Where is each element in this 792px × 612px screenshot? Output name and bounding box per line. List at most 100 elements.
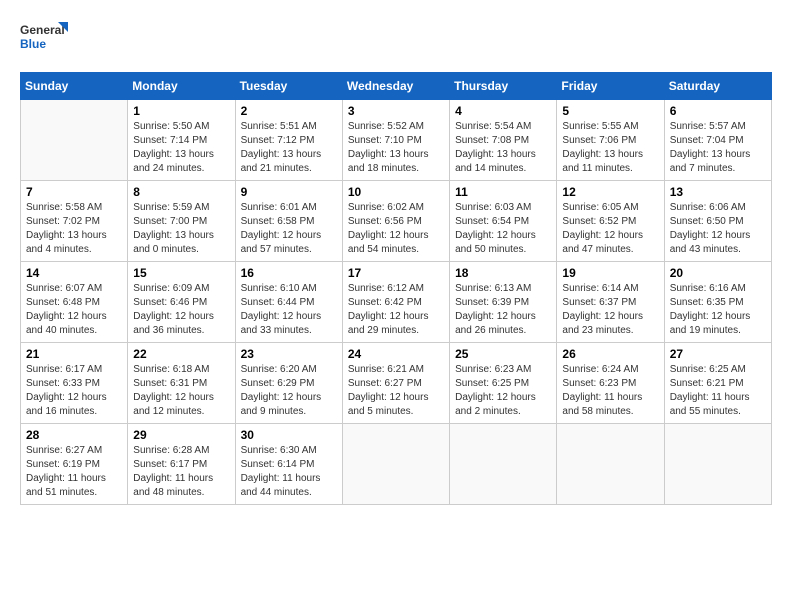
day-info: Sunrise: 6:24 AMSunset: 6:23 PMDaylight:… — [562, 363, 658, 419]
day-number: 29 — [133, 428, 229, 442]
day-number: 21 — [26, 347, 122, 361]
day-info: Sunrise: 6:21 AMSunset: 6:27 PMDaylight:… — [348, 363, 444, 419]
weekday-header-tuesday: Tuesday — [235, 73, 342, 100]
day-number: 2 — [241, 104, 337, 118]
calendar-cell — [664, 424, 771, 505]
day-info: Sunrise: 6:01 AMSunset: 6:58 PMDaylight:… — [241, 201, 337, 257]
day-info: Sunrise: 6:28 AMSunset: 6:17 PMDaylight:… — [133, 444, 229, 500]
calendar-table: SundayMondayTuesdayWednesdayThursdayFrid… — [20, 72, 772, 505]
day-info: Sunrise: 6:23 AMSunset: 6:25 PMDaylight:… — [455, 363, 551, 419]
day-number: 4 — [455, 104, 551, 118]
calendar-cell: 10 Sunrise: 6:02 AMSunset: 6:56 PMDayligh… — [342, 181, 449, 262]
calendar-cell: 3 Sunrise: 5:52 AMSunset: 7:10 PMDaylight… — [342, 100, 449, 181]
day-info: Sunrise: 6:16 AMSunset: 6:35 PMDaylight:… — [670, 282, 766, 338]
calendar-cell: 6 Sunrise: 5:57 AMSunset: 7:04 PMDaylight… — [664, 100, 771, 181]
calendar-cell: 9 Sunrise: 6:01 AMSunset: 6:58 PMDaylight… — [235, 181, 342, 262]
day-number: 7 — [26, 185, 122, 199]
day-info: Sunrise: 6:02 AMSunset: 6:56 PMDaylight:… — [348, 201, 444, 257]
day-number: 9 — [241, 185, 337, 199]
calendar-row-2: 14 Sunrise: 6:07 AMSunset: 6:48 PMDayligh… — [21, 262, 772, 343]
day-info: Sunrise: 5:58 AMSunset: 7:02 PMDaylight:… — [26, 201, 122, 257]
calendar-cell: 27 Sunrise: 6:25 AMSunset: 6:21 PMDayligh… — [664, 343, 771, 424]
day-number: 19 — [562, 266, 658, 280]
day-number: 24 — [348, 347, 444, 361]
day-info: Sunrise: 6:30 AMSunset: 6:14 PMDaylight:… — [241, 444, 337, 500]
day-number: 15 — [133, 266, 229, 280]
day-info: Sunrise: 6:06 AMSunset: 6:50 PMDaylight:… — [670, 201, 766, 257]
day-info: Sunrise: 6:05 AMSunset: 6:52 PMDaylight:… — [562, 201, 658, 257]
page-header: GeneralBlue — [20, 20, 772, 56]
calendar-cell: 29 Sunrise: 6:28 AMSunset: 6:17 PMDayligh… — [128, 424, 235, 505]
svg-text:General: General — [20, 23, 65, 37]
weekday-header-monday: Monday — [128, 73, 235, 100]
day-info: Sunrise: 6:18 AMSunset: 6:31 PMDaylight:… — [133, 363, 229, 419]
day-info: Sunrise: 6:10 AMSunset: 6:44 PMDaylight:… — [241, 282, 337, 338]
day-info: Sunrise: 6:07 AMSunset: 6:48 PMDaylight:… — [26, 282, 122, 338]
calendar-cell: 24 Sunrise: 6:21 AMSunset: 6:27 PMDayligh… — [342, 343, 449, 424]
day-number: 3 — [348, 104, 444, 118]
day-info: Sunrise: 5:57 AMSunset: 7:04 PMDaylight:… — [670, 120, 766, 176]
calendar-row-1: 7 Sunrise: 5:58 AMSunset: 7:02 PMDaylight… — [21, 181, 772, 262]
day-number: 1 — [133, 104, 229, 118]
calendar-cell: 12 Sunrise: 6:05 AMSunset: 6:52 PMDayligh… — [557, 181, 664, 262]
calendar-cell: 18 Sunrise: 6:13 AMSunset: 6:39 PMDayligh… — [450, 262, 557, 343]
logo-svg: GeneralBlue — [20, 20, 70, 56]
day-number: 25 — [455, 347, 551, 361]
day-number: 27 — [670, 347, 766, 361]
day-number: 5 — [562, 104, 658, 118]
day-number: 12 — [562, 185, 658, 199]
calendar-cell: 17 Sunrise: 6:12 AMSunset: 6:42 PMDayligh… — [342, 262, 449, 343]
calendar-cell: 19 Sunrise: 6:14 AMSunset: 6:37 PMDayligh… — [557, 262, 664, 343]
day-info: Sunrise: 5:54 AMSunset: 7:08 PMDaylight:… — [455, 120, 551, 176]
day-info: Sunrise: 6:03 AMSunset: 6:54 PMDaylight:… — [455, 201, 551, 257]
weekday-header-saturday: Saturday — [664, 73, 771, 100]
calendar-cell: 2 Sunrise: 5:51 AMSunset: 7:12 PMDaylight… — [235, 100, 342, 181]
day-info: Sunrise: 6:25 AMSunset: 6:21 PMDaylight:… — [670, 363, 766, 419]
day-number: 18 — [455, 266, 551, 280]
day-info: Sunrise: 5:51 AMSunset: 7:12 PMDaylight:… — [241, 120, 337, 176]
weekday-header-thursday: Thursday — [450, 73, 557, 100]
day-number: 10 — [348, 185, 444, 199]
day-number: 14 — [26, 266, 122, 280]
calendar-cell: 16Sunrise: 6:10 AMSunset: 6:44 PMDayligh… — [235, 262, 342, 343]
calendar-cell: 8Sunrise: 5:59 AMSunset: 7:00 PMDaylight… — [128, 181, 235, 262]
calendar-cell — [557, 424, 664, 505]
calendar-cell — [21, 100, 128, 181]
calendar-row-3: 21Sunrise: 6:17 AMSunset: 6:33 PMDayligh… — [21, 343, 772, 424]
day-info: Sunrise: 6:13 AMSunset: 6:39 PMDaylight:… — [455, 282, 551, 338]
logo: GeneralBlue — [20, 20, 70, 56]
day-info: Sunrise: 6:09 AMSunset: 6:46 PMDaylight:… — [133, 282, 229, 338]
day-number: 23 — [241, 347, 337, 361]
calendar-cell: 22 Sunrise: 6:18 AMSunset: 6:31 PMDayligh… — [128, 343, 235, 424]
calendar-cell: 26 Sunrise: 6:24 AMSunset: 6:23 PMDayligh… — [557, 343, 664, 424]
calendar-cell: 25 Sunrise: 6:23 AMSunset: 6:25 PMDayligh… — [450, 343, 557, 424]
day-info: Sunrise: 6:14 AMSunset: 6:37 PMDaylight:… — [562, 282, 658, 338]
calendar-cell — [342, 424, 449, 505]
day-number: 26 — [562, 347, 658, 361]
calendar-cell: 23Sunrise: 6:20 AMSunset: 6:29 PMDayligh… — [235, 343, 342, 424]
day-info: Sunrise: 5:52 AMSunset: 7:10 PMDaylight:… — [348, 120, 444, 176]
calendar-cell: 30Sunrise: 6:30 AMSunset: 6:14 PMDayligh… — [235, 424, 342, 505]
weekday-header-friday: Friday — [557, 73, 664, 100]
calendar-header-row: SundayMondayTuesdayWednesdayThursdayFrid… — [21, 73, 772, 100]
calendar-row-4: 28 Sunrise: 6:27 AMSunset: 6:19 PMDayligh… — [21, 424, 772, 505]
calendar-cell: 28 Sunrise: 6:27 AMSunset: 6:19 PMDayligh… — [21, 424, 128, 505]
calendar-cell: 20Sunrise: 6:16 AMSunset: 6:35 PMDayligh… — [664, 262, 771, 343]
calendar-cell: 11Sunrise: 6:03 AMSunset: 6:54 PMDayligh… — [450, 181, 557, 262]
day-number: 6 — [670, 104, 766, 118]
weekday-header-sunday: Sunday — [21, 73, 128, 100]
day-info: Sunrise: 5:50 AMSunset: 7:14 PMDaylight:… — [133, 120, 229, 176]
day-info: Sunrise: 6:12 AMSunset: 6:42 PMDaylight:… — [348, 282, 444, 338]
day-info: Sunrise: 5:55 AMSunset: 7:06 PMDaylight:… — [562, 120, 658, 176]
calendar-cell: 7 Sunrise: 5:58 AMSunset: 7:02 PMDaylight… — [21, 181, 128, 262]
day-number: 17 — [348, 266, 444, 280]
calendar-row-0: 1 Sunrise: 5:50 AMSunset: 7:14 PMDaylight… — [21, 100, 772, 181]
day-number: 28 — [26, 428, 122, 442]
day-number: 22 — [133, 347, 229, 361]
day-number: 8 — [133, 185, 229, 199]
svg-text:Blue: Blue — [20, 37, 46, 51]
calendar-cell: 14 Sunrise: 6:07 AMSunset: 6:48 PMDayligh… — [21, 262, 128, 343]
day-info: Sunrise: 6:27 AMSunset: 6:19 PMDaylight:… — [26, 444, 122, 500]
weekday-header-wednesday: Wednesday — [342, 73, 449, 100]
calendar-cell: 5 Sunrise: 5:55 AMSunset: 7:06 PMDaylight… — [557, 100, 664, 181]
